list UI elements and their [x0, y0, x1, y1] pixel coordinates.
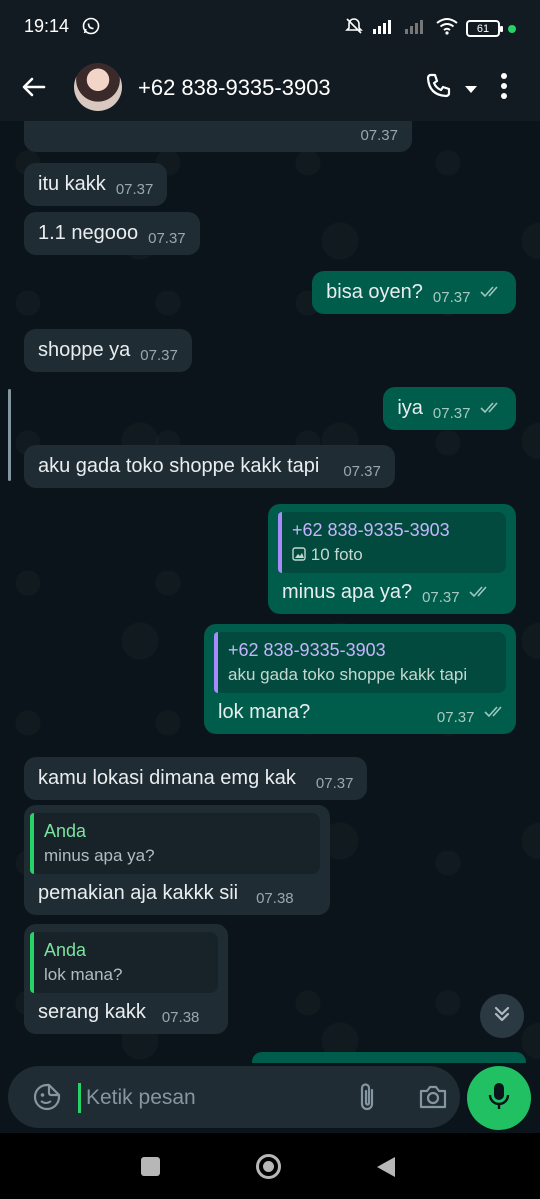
message-text: pemakian aja kakkk sii	[38, 882, 239, 904]
chat-area[interactable]: 07.37 itu kakk 07.37 1.1 negooo 07.37 bisa…	[0, 121, 540, 1063]
home-button[interactable]	[256, 1154, 281, 1179]
message-time: 07.37	[343, 463, 381, 480]
recents-button[interactable]	[141, 1157, 160, 1176]
message-text: kamu lokasi dimana emg kak	[38, 767, 296, 789]
quoted-message[interactable]: +62 838-9335-3903 aku gada toko shoppe k…	[214, 632, 506, 693]
scroll-to-bottom-button[interactable]	[480, 994, 524, 1038]
quote-author: Anda	[44, 821, 87, 841]
text-cursor	[78, 1083, 81, 1113]
message-incoming[interactable]: 1.1 negooo 07.37	[24, 212, 200, 255]
message-incoming[interactable]: itu kakk 07.37	[24, 163, 168, 206]
double-check-icon	[480, 397, 502, 420]
message-outgoing[interactable]: +62 838-9335-3903 10 foto minus apa ya? 0…	[268, 504, 516, 615]
message-time: 07.37	[148, 230, 186, 247]
quote-text: lok mana?	[44, 965, 123, 984]
message-time: 07.37	[115, 181, 154, 198]
nav-back-icon[interactable]	[375, 1155, 397, 1184]
avatar[interactable]	[74, 63, 122, 111]
photo-icon	[292, 545, 306, 564]
message-time: 07.37	[422, 589, 460, 606]
message-text: bisa oyen?	[326, 281, 423, 303]
message-outgoing[interactable]: bisa oyen? 07.37	[312, 271, 516, 315]
status-time: 19:14	[24, 16, 70, 36]
message-time: 07.38	[256, 890, 294, 907]
quoted-message[interactable]: Anda minus apa ya?	[30, 813, 320, 874]
message-time: 07.37	[315, 775, 354, 792]
quote-text: aku gada toko shoppe kakk tapi	[228, 665, 468, 684]
whatsapp-icon	[82, 17, 100, 40]
message-text: lok mana?	[218, 701, 311, 724]
caret-down-icon[interactable]	[464, 82, 478, 100]
message-time: 07.37	[432, 289, 471, 306]
chevrons-down-icon	[492, 1004, 512, 1029]
mute-icon	[344, 16, 364, 41]
status-bar: 19:14 61	[0, 0, 540, 55]
scrollbar[interactable]	[8, 389, 11, 481]
sticker-icon[interactable]	[32, 1082, 62, 1117]
message-outgoing[interactable]: iya 07.37	[383, 387, 516, 431]
message-time: 07.37	[360, 127, 398, 144]
double-check-icon	[469, 581, 491, 604]
message-text: shoppe ya	[38, 339, 131, 361]
message-text: serang kakk	[38, 1001, 146, 1023]
privacy-dot	[508, 24, 516, 33]
quoted-message[interactable]: Anda lok mana?	[30, 932, 218, 993]
quote-author: +62 838-9335-3903	[228, 640, 386, 660]
more-vert-icon[interactable]	[500, 71, 508, 106]
message-input[interactable]: Ketik pesan	[8, 1066, 460, 1128]
double-check-icon	[480, 281, 502, 304]
message-text: minus apa ya?	[282, 581, 413, 603]
signal-icon	[372, 18, 396, 39]
message-composer: Ketik pesan	[0, 1063, 540, 1133]
message-time: 07.37	[140, 347, 178, 364]
message-outgoing-partial	[252, 1052, 526, 1063]
message-incoming[interactable]: shoppe ya 07.37	[24, 329, 192, 372]
message-incoming[interactable]: 07.37	[24, 121, 412, 152]
quote-author: +62 838-9335-3903	[292, 520, 450, 540]
message-incoming[interactable]: aku gada toko shoppe kakk tapi 07.37	[24, 445, 395, 488]
back-arrow-icon[interactable]	[20, 73, 48, 106]
message-time: 07.37	[432, 405, 471, 422]
message-text: iya	[397, 397, 423, 419]
chat-header: +62 838-9335-3903	[0, 55, 540, 121]
quote-text: 10 foto	[310, 545, 363, 564]
message-placeholder: Ketik pesan	[86, 1086, 196, 1109]
signal-icon-2	[404, 18, 428, 39]
quoted-message[interactable]: +62 838-9335-3903 10 foto	[278, 512, 506, 573]
quote-text: minus apa ya?	[44, 846, 155, 865]
message-time: 07.38	[161, 1009, 200, 1026]
message-text: aku gada toko shoppe kakk tapi	[38, 455, 320, 477]
message-incoming[interactable]: kamu lokasi dimana emg kak 07.37	[24, 757, 368, 800]
quote-content: 10 foto	[292, 545, 496, 565]
battery-indicator: 61	[466, 20, 503, 37]
wifi-icon	[436, 17, 458, 40]
message-text: 1.1 negooo	[38, 222, 139, 244]
system-nav-bar	[0, 1133, 540, 1199]
message-incoming[interactable]: Anda minus apa ya? pemakian aja kakkk si…	[24, 805, 330, 915]
voice-record-button[interactable]	[467, 1066, 531, 1130]
message-time: 07.37	[436, 709, 475, 726]
message-text: itu kakk	[38, 173, 106, 195]
double-check-icon	[484, 701, 506, 724]
message-outgoing[interactable]: +62 838-9335-3903 aku gada toko shoppe k…	[204, 624, 516, 735]
phone-icon[interactable]	[424, 72, 452, 105]
mic-icon	[487, 1081, 511, 1116]
contact-name[interactable]: +62 838-9335-3903	[138, 75, 331, 101]
camera-icon[interactable]	[418, 1084, 448, 1115]
message-incoming[interactable]: Anda lok mana? serang kakk 07.38	[24, 924, 228, 1034]
quote-author: Anda	[44, 940, 87, 960]
paperclip-icon[interactable]	[354, 1082, 380, 1119]
